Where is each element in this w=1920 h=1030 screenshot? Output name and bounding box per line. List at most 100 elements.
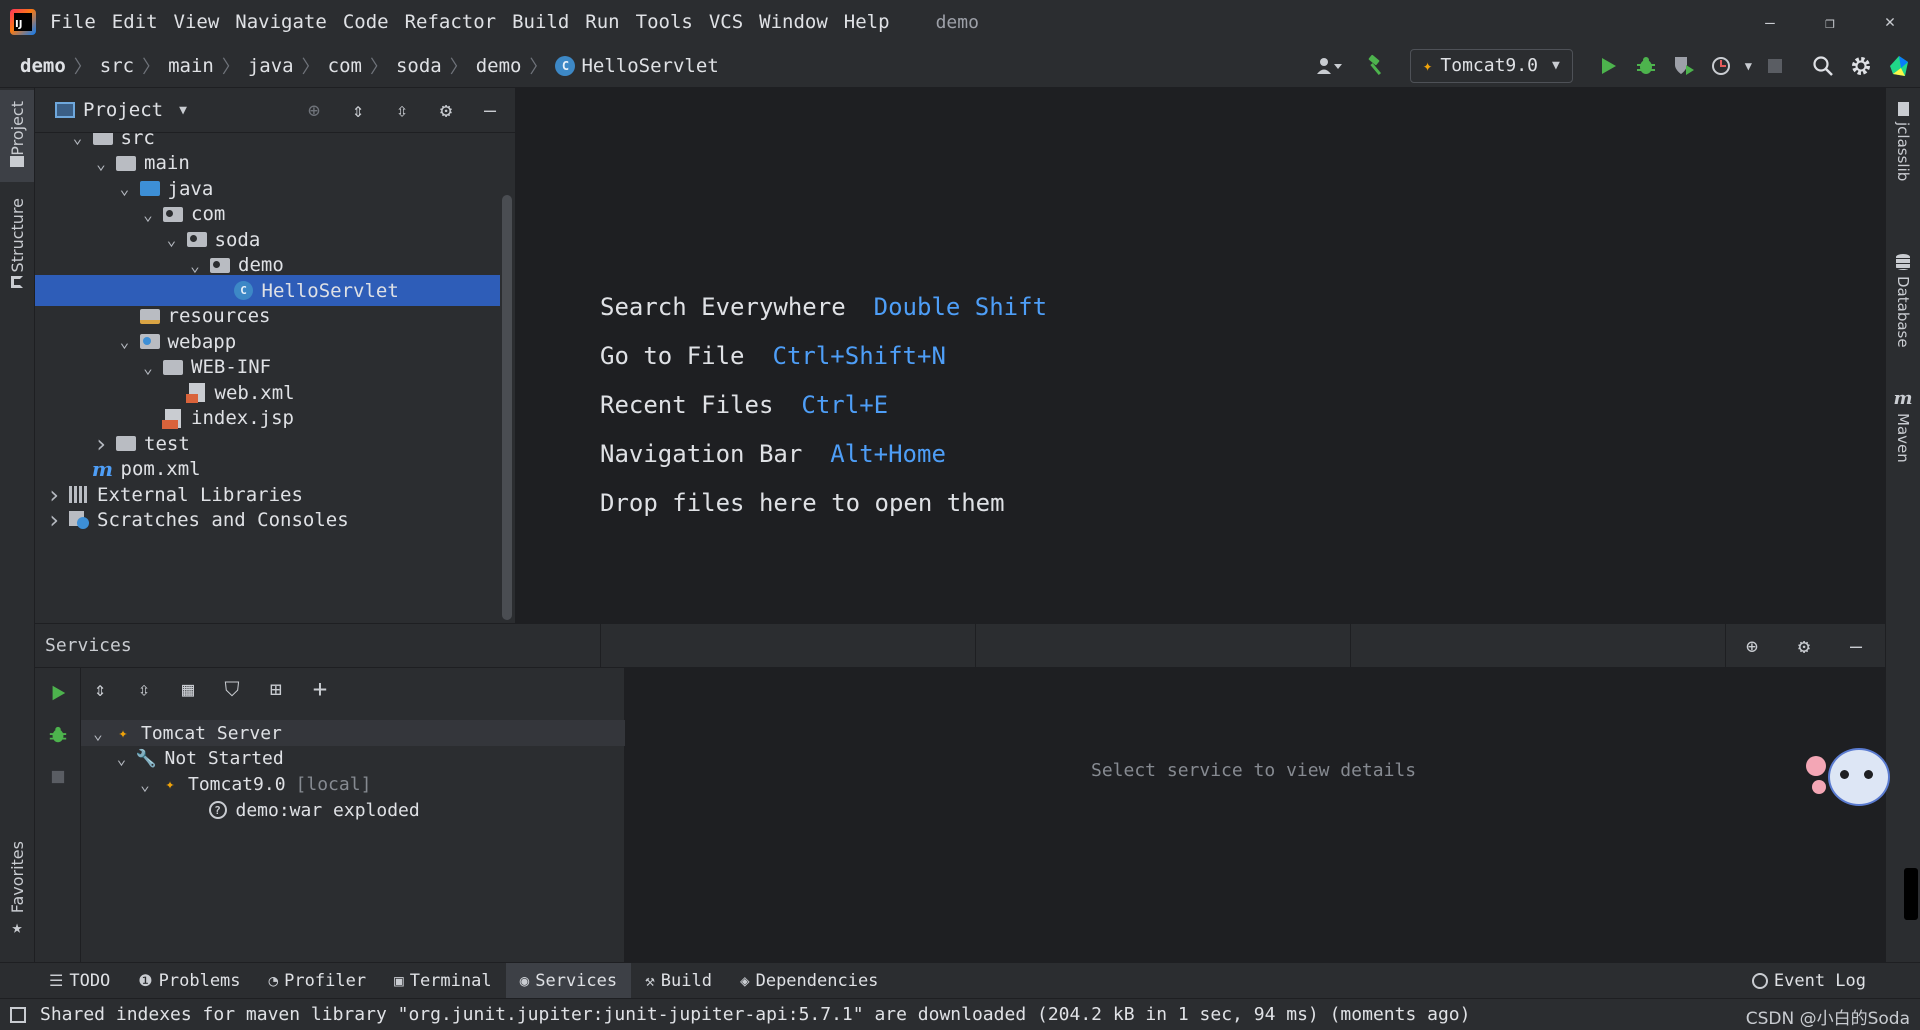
add-service-icon[interactable]: + <box>305 674 335 704</box>
hide-panel-icon[interactable]: — <box>475 95 505 125</box>
chevron-down-icon[interactable]: ⌄ <box>136 775 154 794</box>
hide-panel-icon[interactable]: — <box>1841 631 1871 661</box>
tab-dependencies[interactable]: ◈ Dependencies <box>726 963 892 999</box>
project-scrollbar[interactable] <box>502 195 512 620</box>
menu-tools[interactable]: Tools <box>636 11 693 33</box>
toolbox-plugin-icon[interactable] <box>1884 51 1914 81</box>
folder-icon <box>91 133 115 148</box>
artifact-unknown-icon: ? <box>206 800 230 820</box>
chevron-right-icon[interactable]: › <box>45 506 63 534</box>
menu-vcs[interactable]: VCS <box>709 11 743 33</box>
menu-run[interactable]: Run <box>585 11 619 33</box>
tab-label: Profiler <box>284 970 367 991</box>
breadcrumb-item[interactable]: demo <box>20 55 66 77</box>
restore-button[interactable]: ❐ <box>1800 13 1860 32</box>
debug-icon[interactable] <box>1631 51 1661 81</box>
crosshair-icon[interactable]: ⊕ <box>1737 631 1767 661</box>
filter-icon[interactable]: ⛉ <box>217 674 247 704</box>
project-tree-item[interactable]: › Scratches and Consoles <box>35 505 500 536</box>
tab-todo[interactable]: ☰ TODO <box>35 963 124 999</box>
stop-icon[interactable] <box>1760 51 1790 81</box>
chevron-down-icon[interactable]: ⌄ <box>113 749 131 768</box>
menu-navigate[interactable]: Navigate <box>235 11 327 33</box>
maven-tool-tab[interactable]: m Maven <box>1886 388 1920 488</box>
tab-services[interactable]: ◉ Services <box>505 962 632 999</box>
coverage-icon[interactable] <box>1669 51 1699 81</box>
group-by-icon[interactable]: ▦ <box>173 674 203 704</box>
settings-gear-icon[interactable] <box>1846 51 1876 81</box>
menu-items: File Edit View Navigate Code Refactor Build Run… <box>50 11 906 33</box>
chevron-down-icon[interactable]: ⌄ <box>163 230 181 249</box>
tab-terminal[interactable]: ▣ Terminal <box>380 963 506 999</box>
folder-icon <box>114 153 138 173</box>
menu-help[interactable]: Help <box>844 11 890 33</box>
tab-build[interactable]: ⚒ Build <box>631 963 726 999</box>
breadcrumb-item[interactable]: soda <box>396 55 442 77</box>
chevron-down-icon[interactable]: ⌄ <box>69 133 87 147</box>
chevron-down-icon[interactable]: ⌄ <box>139 358 157 377</box>
chevron-down-icon[interactable]: ⌄ <box>92 154 110 173</box>
run-icon[interactable] <box>1593 51 1623 81</box>
app-logo-icon[interactable]: IJ <box>10 9 36 35</box>
gear-icon[interactable]: ⚙ <box>431 95 461 125</box>
project-tool-tab[interactable]: Project <box>0 90 34 182</box>
minimize-button[interactable]: — <box>1740 13 1800 32</box>
menu-view[interactable]: View <box>174 11 220 33</box>
new-tab-icon[interactable]: ⊞ <box>261 674 291 704</box>
stop-icon[interactable] <box>43 762 73 792</box>
service-tree-item[interactable]: ⌄ ✦ Tomcat9.0 [local] <box>81 771 625 797</box>
database-tab-label: Database <box>1894 276 1912 348</box>
service-tree-item[interactable]: ? demo:war exploded <box>81 797 625 823</box>
project-view-selector[interactable]: Project ▼ <box>55 99 187 121</box>
tab-problems[interactable]: ❶ Problems <box>124 963 254 999</box>
tree-item-label: index.jsp <box>191 407 294 429</box>
locate-icon[interactable]: ⊕ <box>299 95 329 125</box>
breadcrumb-item[interactable]: HelloServlet <box>581 55 718 77</box>
toggle-tool-windows-icon[interactable] <box>10 1006 26 1023</box>
menu-refactor[interactable]: Refactor <box>405 11 497 33</box>
menu-build[interactable]: Build <box>512 11 569 33</box>
menu-window[interactable]: Window <box>759 11 828 33</box>
tree-item-label: demo <box>238 254 284 276</box>
build-hammer-icon[interactable] <box>1362 51 1392 81</box>
service-tree-item[interactable]: ⌄ ✦ Tomcat Server <box>81 720 625 746</box>
breadcrumb-item[interactable]: java <box>248 55 294 77</box>
chevron-down-icon[interactable]: ⌄ <box>116 179 134 198</box>
favorites-tool-tab[interactable]: Favorites ★ <box>0 818 34 938</box>
user-icon[interactable] <box>1314 51 1344 81</box>
status-message[interactable]: Shared indexes for maven library "org.ju… <box>40 1004 1470 1025</box>
chevron-down-icon[interactable]: ⌄ <box>116 332 134 351</box>
chevron-down-icon[interactable]: ⌄ <box>186 256 204 275</box>
expand-all-icon[interactable]: ⇕ <box>343 95 373 125</box>
collapse-all-icon[interactable]: ⇳ <box>129 674 159 704</box>
chevron-down-icon[interactable]: ⌄ <box>89 724 107 743</box>
expand-all-icon[interactable]: ⇕ <box>85 674 115 704</box>
menu-file[interactable]: File <box>50 11 96 33</box>
chevron-down-icon[interactable]: ⌄ <box>139 205 157 224</box>
collapse-all-icon[interactable]: ⇳ <box>387 95 417 125</box>
jclasslib-tool-tab[interactable]: jclasslib <box>1886 102 1920 222</box>
service-item-label: Tomcat Server <box>141 722 282 744</box>
structure-tool-tab[interactable]: Structure <box>0 188 34 298</box>
watermark-text: CSDN @小白的Soda <box>1745 1009 1910 1029</box>
run-icon[interactable] <box>43 678 73 708</box>
hint-label: Go to File <box>600 342 745 370</box>
menu-edit[interactable]: Edit <box>112 11 158 33</box>
close-button[interactable]: ✕ <box>1860 12 1920 32</box>
profiler-run-icon[interactable] <box>1707 51 1737 81</box>
search-icon[interactable] <box>1808 51 1838 81</box>
gear-icon[interactable]: ⚙ <box>1789 631 1819 661</box>
run-config-selector[interactable]: ✦ Tomcat9.0 ▼ <box>1409 48 1573 83</box>
event-log-button[interactable]: Event Log <box>1738 963 1880 999</box>
breadcrumb-item[interactable]: demo <box>476 55 522 77</box>
menu-code[interactable]: Code <box>343 11 389 33</box>
breadcrumb-item[interactable]: src <box>100 55 134 77</box>
breadcrumb-item[interactable]: main <box>168 55 214 77</box>
debug-icon[interactable] <box>43 720 73 750</box>
tab-profiler[interactable]: ◔ Profiler <box>255 963 381 999</box>
database-tool-tab[interactable]: Database <box>1886 254 1920 364</box>
service-tree-item[interactable]: ⌄ 🔧 Not Started <box>81 746 625 772</box>
tool-window-tabs: ☰ TODO ❶ Problems ◔ Profiler ▣ Terminal ◉ Service… <box>35 962 892 999</box>
more-run-options-icon[interactable]: ▼ <box>1745 59 1752 73</box>
breadcrumb-item[interactable]: com <box>328 55 362 77</box>
